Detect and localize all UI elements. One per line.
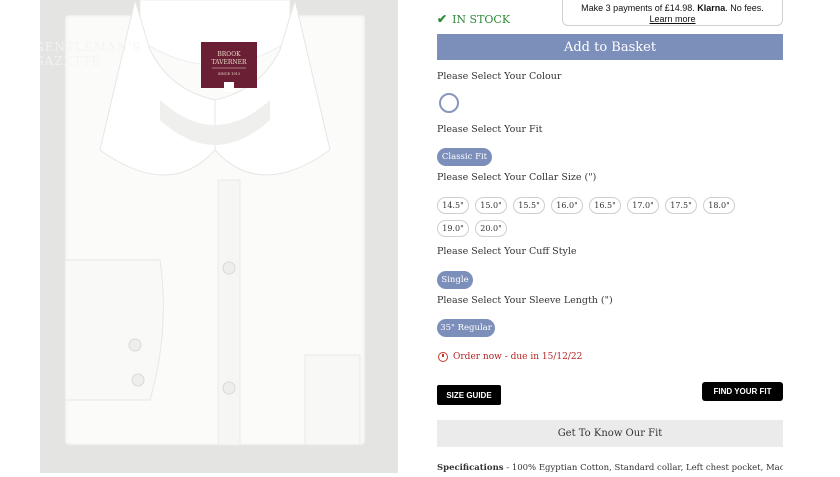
- watermark-line-2: GAZETTE: [40, 54, 102, 68]
- stock-status: ✔ IN STOCK: [437, 12, 510, 26]
- find-your-fit-button[interactable]: FIND YOUR FIT: [702, 382, 783, 401]
- stock-text: IN STOCK: [452, 12, 511, 26]
- product-image: BROOK TAVERNER SINCE 1913 GENTLEMAN'S GA…: [40, 0, 398, 473]
- collar-size-option[interactable]: 17.5": [665, 197, 697, 214]
- collar-size-option[interactable]: 18.0": [703, 197, 735, 214]
- watermark-line-1: GENTLEMAN'S: [40, 40, 142, 54]
- size-guide-button[interactable]: SIZE GUIDE: [437, 385, 501, 405]
- cuff-label: Please Select Your Cuff Style: [437, 246, 577, 257]
- delivery-notice: Order now - due in 15/12/22: [438, 352, 582, 362]
- collar-size-option[interactable]: 16.5": [589, 197, 621, 214]
- know-our-fit-button[interactable]: Get To Know Our Fit: [437, 420, 783, 447]
- collar-size-option[interactable]: 15.5": [513, 197, 545, 214]
- klarna-text-end: . No fees.: [725, 3, 764, 13]
- sleeve-option-35-regular[interactable]: 35" Regular: [437, 319, 495, 337]
- collar-size-option[interactable]: 16.0": [551, 197, 583, 214]
- klarna-text: Make 3 payments of £14.98.: [581, 3, 695, 13]
- delivery-text: Order now - due in 15/12/22: [453, 352, 583, 362]
- sleeve-label: Please Select Your Sleeve Length ("): [437, 295, 613, 306]
- cuff-option-single[interactable]: Single: [437, 271, 473, 289]
- shirt-illustration: BROOK TAVERNER SINCE 1913: [64, 0, 366, 446]
- watermark: GENTLEMAN'S GAZETTE: [40, 0, 141, 120]
- collar-size-option[interactable]: 15.0": [475, 197, 507, 214]
- klarna-learn-more-link[interactable]: Learn more: [563, 14, 782, 25]
- collar-size-option[interactable]: 19.0": [437, 220, 469, 237]
- collar-size-option[interactable]: 14.5": [437, 197, 469, 214]
- fit-label: Please Select Your Fit: [437, 124, 543, 135]
- label-brand: BROOK: [217, 51, 241, 58]
- fit-option-classic[interactable]: Classic Fit: [437, 148, 492, 166]
- collar-label: Please Select Your Collar Size ("): [437, 172, 597, 183]
- label-brand-line2: TAVERNER: [211, 59, 247, 66]
- colour-swatch-white[interactable]: [439, 93, 459, 113]
- clock-icon: [438, 352, 448, 362]
- collar-size-option[interactable]: 20.0": [475, 220, 507, 237]
- klarna-logo: Klarna: [697, 3, 726, 13]
- check-icon: ✔: [437, 12, 448, 26]
- klarna-banner: Make 3 payments of £14.98. Klarna. No fe…: [562, 0, 783, 26]
- add-to-basket-button[interactable]: Add to Basket: [437, 34, 783, 60]
- collar-size-option[interactable]: 17.0": [627, 197, 659, 214]
- spec-heading: Specifications: [437, 463, 504, 473]
- specifications: Specifications - 100% Egyptian Cotton, S…: [437, 463, 783, 477]
- colour-label: Please Select Your Colour: [437, 71, 562, 82]
- collar-size-options: 14.5" 15.0" 15.5" 16.0" 16.5" 17.0" 17.5…: [437, 197, 767, 237]
- spec-text: - 100% Egyptian Cotton, Standard collar,…: [503, 463, 783, 473]
- label-since: SINCE 1913: [218, 72, 240, 76]
